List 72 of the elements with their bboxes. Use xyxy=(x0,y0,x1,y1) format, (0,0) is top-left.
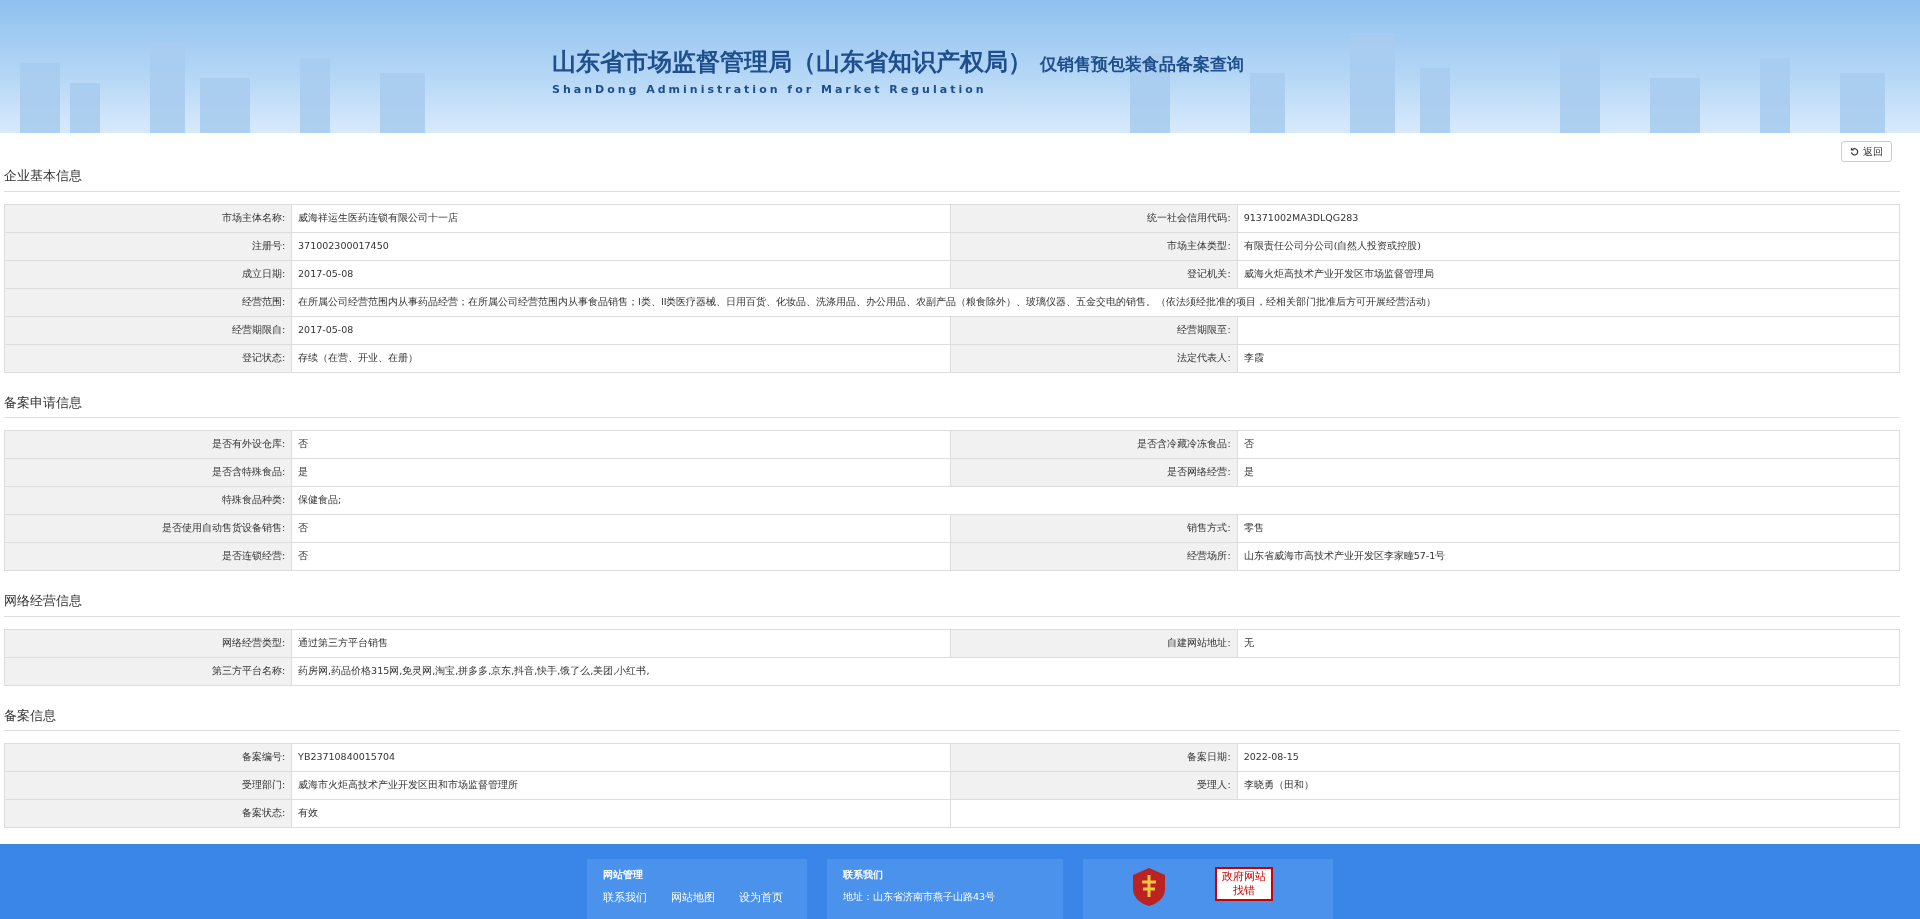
field-value: 通过第三方平台销售 xyxy=(291,629,951,657)
field-value: 山东省威海市高技术产业开发区李家疃57-1号 xyxy=(1237,542,1900,571)
section-heading: 企业基本信息 xyxy=(4,162,1900,192)
footer-link[interactable]: 网站地图 xyxy=(671,890,715,906)
field-value: 2022-08-15 xyxy=(1237,743,1900,772)
field-value: 否 xyxy=(291,542,951,571)
field-label: 市场主体名称: xyxy=(4,204,292,232)
field-label: 特殊食品种类: xyxy=(4,486,292,515)
field-value: 2017-05-08 xyxy=(291,260,951,288)
field-label: 是否含特殊食品: xyxy=(4,458,292,487)
field-label: 备案日期: xyxy=(950,743,1238,772)
field-label: 经营期限自: xyxy=(4,316,292,344)
field-value: 威海祥运生医药连锁有限公司十一店 xyxy=(291,204,951,232)
footer-heading: 联系我们 xyxy=(843,868,884,882)
field-label: 是否网络经营: xyxy=(950,458,1238,487)
footer-heading: 网站管理 xyxy=(603,868,644,882)
field-value: 2017-05-08 xyxy=(291,316,951,344)
site-title: 山东省市场监督管理局（山东省知识产权局） xyxy=(552,47,1032,78)
undo-icon xyxy=(1850,147,1859,156)
field-value: 91371002MA3DLQG283 xyxy=(1237,204,1900,232)
field-value: 否 xyxy=(291,430,951,459)
section-heading: 网络经营信息 xyxy=(4,587,1900,617)
field-label: 登记机关: xyxy=(950,260,1238,288)
field-label: 受理人: xyxy=(950,771,1238,800)
field-value: 是 xyxy=(291,458,951,487)
field-value: 李霞 xyxy=(1237,344,1900,372)
field-label: 销售方式: xyxy=(950,514,1238,543)
field-label: 第三方平台名称: xyxy=(4,657,292,685)
field-label: 统一社会信用代码: xyxy=(950,204,1238,232)
field-value: 存续（在营、开业、在册） xyxy=(291,344,951,372)
field-value: YB23710840015704 xyxy=(291,743,951,772)
field-label: 备案编号: xyxy=(4,743,292,772)
field-label: 注册号: xyxy=(4,232,292,260)
section-heading: 备案信息 xyxy=(4,701,1900,731)
footer-link[interactable]: 联系我们 xyxy=(603,890,647,906)
field-value: 371002300017450 xyxy=(291,232,951,260)
field-label: 受理部门: xyxy=(4,771,292,800)
field-label: 市场主体类型: xyxy=(950,232,1238,260)
field-label: 法定代表人: xyxy=(950,344,1238,372)
field-label: 是否连锁经营: xyxy=(4,542,292,571)
address-text: 地址：山东省济南市燕子山路43号 xyxy=(843,890,997,904)
field-label: 备案状态: xyxy=(4,799,292,828)
field-value: 药房网,药品价格315网,免灵网,淘宝,拼多多,京东,抖音,快手,饿了么,美团,小红书, xyxy=(291,657,1900,685)
section-heading: 备案申请信息 xyxy=(4,388,1900,418)
field-label: 经营范围: xyxy=(4,288,292,316)
field-value: 李晓勇（田和） xyxy=(1237,771,1900,800)
back-button[interactable]: 返回 xyxy=(1841,141,1892,162)
field-label: 是否有外设仓库: xyxy=(4,430,292,459)
field-label: 是否使用自动售货设备销售: xyxy=(4,514,292,543)
footer-link[interactable]: 设为首页 xyxy=(739,890,783,906)
field-value: 否 xyxy=(291,514,951,543)
field-value: 是 xyxy=(1237,458,1900,487)
field-value: 无 xyxy=(1237,629,1900,657)
field-value: 保健食品; xyxy=(291,486,1900,515)
field-label: 成立日期: xyxy=(4,260,292,288)
field-value: 零售 xyxy=(1237,514,1900,543)
field-value: 否 xyxy=(1237,430,1900,459)
gov-site-error-badge[interactable]: 政府网站 找错 xyxy=(1215,867,1273,901)
field-label: 登记状态: xyxy=(4,344,292,372)
english-subtitle: ShanDong Administration for Market Regulation xyxy=(552,82,988,98)
field-label: 自建网站地址: xyxy=(950,629,1238,657)
field-value: 威海市火炬高技术产业开发区田和市场监督管理所 xyxy=(291,771,951,800)
field-label: 网络经营类型: xyxy=(4,629,292,657)
field-value: 在所属公司经营范围内从事药品经营；在所属公司经营范围内从事食品销售；I类、II类医疗器械、日用百货、化妆品、洗涤用品、办公用品、农副产品（粮食除外）、玻璃仪器、五金交电的销售。（依法须经批准的项目，经相关部门批准后方可开展经营活动） xyxy=(291,288,1900,316)
page-subtitle: 仅销售预包装食品备案查询 xyxy=(1040,53,1244,76)
field-value: 有效 xyxy=(291,799,951,828)
field-label: 经营场所: xyxy=(950,542,1238,571)
field-label: 是否含冷藏冷冻食品: xyxy=(950,430,1238,459)
field-value: 有限责任公司分公司(自然人投资或控股) xyxy=(1237,232,1900,260)
field-value: 威海火炬高技术产业开发区市场监督管理局 xyxy=(1237,260,1900,288)
field-label: 经营期限至: xyxy=(950,316,1238,344)
emblem-icon xyxy=(1131,867,1167,907)
